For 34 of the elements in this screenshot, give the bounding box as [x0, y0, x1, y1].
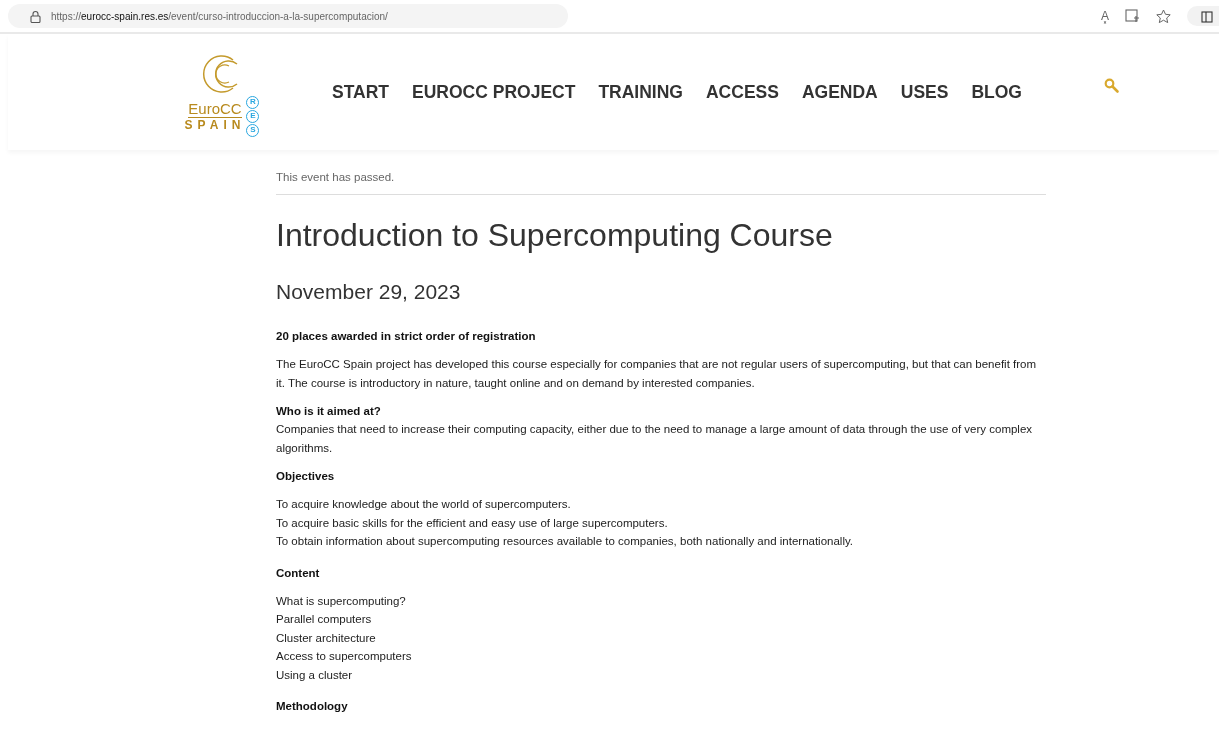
- list-line: What is supercomputing?: [276, 593, 407, 609]
- split-screen-icon[interactable]: [1201, 10, 1213, 24]
- section-heading: Content: [276, 565, 321, 581]
- event-title: Introduction to Supercomputing Course: [276, 217, 834, 253]
- paragraph: Companies that need to increase their computing capacity, either due to the need to manage a large amount of data through the use of very complex algorithms.: [276, 422, 1034, 456]
- list-line: To acquire basic skills for the efficient and easy use of large supercomputers.: [276, 515, 669, 531]
- url-text: https://eurocc-spain.res.es/event/curso-introduccion-a-la-supercomputacion/: [51, 10, 388, 22]
- nav-link[interactable]: BLOG: [971, 81, 1022, 103]
- nav-link[interactable]: ACCESS: [705, 81, 779, 103]
- list-line: To obtain information about supercomputing resources available to companies, both nationally and internationally.: [276, 534, 855, 549]
- event-passed-notice: This event has passed.: [276, 171, 1046, 195]
- address-bar[interactable]: https://eurocc-spain.res.es/event/curso-introduccion-a-la-supercomputacion/: [8, 4, 568, 28]
- reader-icon[interactable]: [1125, 9, 1140, 23]
- list-line: Parallel computers: [276, 612, 373, 627]
- nav-link[interactable]: START: [332, 81, 390, 103]
- logo-text: EuroCC: [188, 99, 242, 118]
- list-line: To acquire knowledge about the world of supercomputers.: [276, 497, 572, 512]
- favorite-star-icon[interactable]: [1156, 8, 1171, 24]
- lock-icon: [30, 9, 41, 23]
- list-line: Using a cluster: [276, 667, 354, 683]
- section-heading: 20 places awarded in strict order of registration: [276, 329, 537, 344]
- nav-link[interactable]: TRAINING: [598, 81, 683, 103]
- nav-link[interactable]: USES: [900, 81, 949, 103]
- section-heading: Objectives: [276, 469, 336, 484]
- paragraph: The EuroCC Spain project has developed this course especially for companies that are not regular users of supercomputing, but that can benefit from it. The course is introductory in nature, taught online and on demand by interested companies.: [276, 357, 1038, 391]
- list-line: Access to supercomputers: [276, 649, 413, 664]
- logo-text: SPAIN: [184, 117, 246, 133]
- event-date: November 29, 2023: [276, 279, 462, 305]
- read-aloud-icon[interactable]: A͓: [1101, 9, 1109, 23]
- section-heading: Methodology: [276, 699, 349, 714]
- section-heading: Who is it aimed at?: [276, 404, 382, 419]
- list-line: Cluster architecture: [276, 630, 377, 646]
- nav-link[interactable]: EUROCC PROJECT: [412, 81, 576, 103]
- nav-link[interactable]: AGENDA: [801, 81, 878, 103]
